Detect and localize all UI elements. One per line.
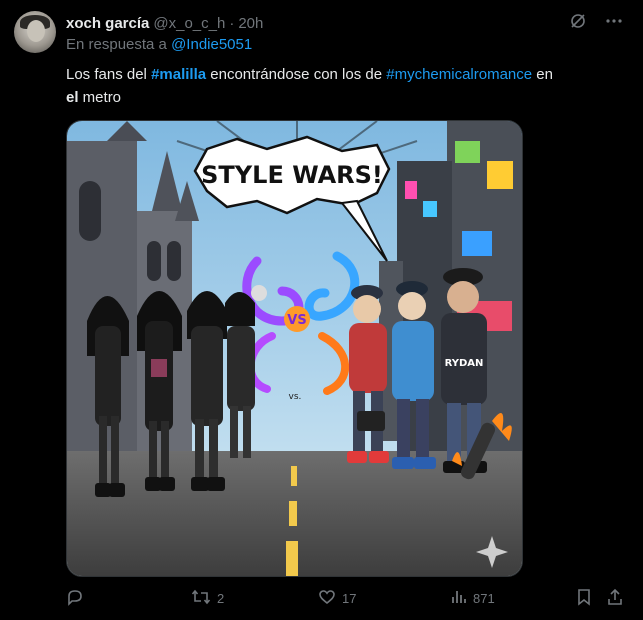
views-icon	[449, 588, 467, 609]
text-part: Los fans del	[66, 66, 152, 83]
speech-bubble-text: STYLE WARS!	[201, 161, 383, 189]
share-button[interactable]	[606, 588, 624, 609]
reply-mention-link[interactable]: @Indie5051	[171, 36, 252, 53]
share-icon	[606, 588, 624, 609]
hashtag-malilla[interactable]: #malilla	[151, 66, 206, 83]
timestamp[interactable]: 20h	[238, 15, 263, 32]
tweet-text: Los fans del #malilla encontrándose con …	[66, 63, 626, 109]
avatar[interactable]	[14, 11, 56, 53]
hashtag-word: malilla	[159, 66, 207, 83]
retweet-icon	[191, 588, 211, 609]
vs-center-text: VS	[287, 313, 306, 328]
reply-prefix: En respuesta a	[66, 36, 167, 53]
retweet-button[interactable]: 2	[191, 588, 224, 609]
text-part-bold: el	[66, 89, 79, 106]
reply-icon	[66, 588, 84, 609]
like-button[interactable]: 17	[318, 588, 356, 609]
author-handle[interactable]: @x_o_c_h	[153, 15, 225, 32]
text-part: encontrándose con los de	[206, 66, 387, 83]
reply-context: En respuesta a @Indie5051	[66, 36, 252, 53]
reply-button[interactable]	[66, 588, 90, 609]
like-count: 17	[342, 591, 357, 606]
action-bar: 2 17 871	[66, 588, 626, 610]
bookmark-button[interactable]	[576, 588, 592, 609]
text-part: en	[532, 66, 553, 83]
mute-icon[interactable]	[569, 12, 587, 34]
more-icon[interactable]	[605, 12, 623, 34]
author-name[interactable]: xoch garcía	[66, 15, 149, 32]
hashtag-mychemicalromance[interactable]: #mychemicalromance	[386, 66, 532, 83]
views-button[interactable]: 871	[449, 588, 495, 609]
header-icons	[569, 12, 623, 34]
tweet-header: xoch garcía @x_o_c_h · 20h	[66, 12, 623, 34]
hoodie-text: RYDAN	[445, 358, 484, 369]
views-count: 871	[473, 591, 495, 606]
illustration: STYLE WARS! VS vs. RYDAN	[67, 121, 522, 576]
text-part: metro	[78, 89, 122, 106]
retweet-count: 2	[217, 591, 225, 606]
avatar-face	[27, 20, 45, 42]
like-icon	[318, 588, 336, 609]
tweet-media-image[interactable]: STYLE WARS! VS vs. RYDAN	[66, 120, 523, 577]
bookmark-icon	[576, 588, 592, 609]
vs-small-text: vs.	[289, 392, 302, 402]
separator-dot: ·	[229, 14, 235, 32]
